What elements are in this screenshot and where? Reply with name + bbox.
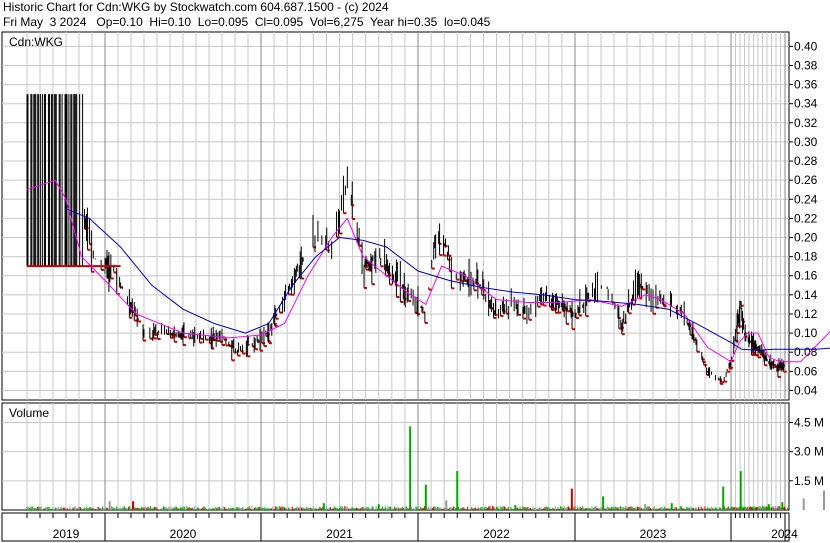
y-tick-label: 0.10 — [794, 326, 818, 340]
y-tick-label: 0.38 — [794, 58, 818, 72]
x-tick-label: 2022 — [483, 527, 510, 541]
y-tick-label: 0.18 — [794, 250, 818, 264]
price-panel-frame — [1, 31, 790, 401]
y-tick-label: 0.28 — [794, 154, 818, 168]
x-tick-label: 2020 — [170, 527, 197, 541]
volume-spike-bar — [108, 501, 111, 510]
y-tick-label: 0.32 — [794, 116, 818, 130]
volume-spike-bar — [670, 503, 673, 510]
volume-label: Volume — [9, 406, 49, 420]
x-tick-label: 2023 — [640, 527, 667, 541]
x-tick-label: 2021 — [326, 527, 353, 541]
chart-canvas: 0.40 0.38 0.36 0.34 0.32 0.30 0.28 0.26 0.24 0.22… — [1, 31, 830, 542]
volume-spike-bar — [377, 504, 380, 510]
volume-spike-bar — [456, 471, 459, 510]
volume-spike-bar — [781, 502, 784, 510]
volume-panel-frame — [1, 402, 790, 511]
volume-spike-bar — [644, 504, 647, 510]
y-tick-label: 0.30 — [794, 135, 818, 149]
y-tick-label: 0.34 — [794, 97, 818, 111]
volume-spike-bar — [424, 484, 427, 510]
volume-spike-bar — [802, 498, 805, 510]
volume-spike-bar — [739, 471, 742, 510]
volume-spike-bar — [602, 496, 605, 510]
x-tick-label: 2019 — [53, 527, 80, 541]
y-tick-label: 0.20 — [794, 231, 818, 245]
y-tick-label: 0.14 — [794, 288, 818, 302]
volume-tick-label: 1.5 M — [794, 474, 824, 488]
y-tick-label: 0.16 — [794, 269, 818, 283]
y-tick-label: 0.12 — [794, 307, 818, 321]
y-tick-label: 0.04 — [794, 383, 818, 397]
y-tick-label: 0.36 — [794, 78, 818, 92]
volume-spike-bar — [445, 500, 448, 510]
date-axis-frame — [1, 512, 790, 542]
y-tick-label: 0.26 — [794, 173, 818, 187]
y-tick-label: 0.22 — [794, 211, 818, 225]
y-tick-label: 0.40 — [794, 39, 818, 53]
y-tick-label: 0.24 — [794, 192, 818, 206]
volume-spike-bar — [823, 490, 825, 510]
y-tick-label: 0.06 — [794, 364, 818, 378]
stock-chart: Historic Chart for Cdn:WKG by Stockwatch… — [0, 0, 830, 543]
volume-spike-bar — [514, 505, 517, 510]
symbol-label: Cdn:WKG — [9, 35, 63, 49]
volume-spike-bar — [409, 426, 412, 510]
volume-tick-label: 4.5 M — [794, 415, 824, 429]
volume-spike-bar — [722, 486, 725, 510]
volume-spike-bar — [767, 504, 770, 510]
volume-tick-label: 3.0 M — [794, 445, 824, 459]
volume-spike-bar — [322, 503, 325, 510]
volume-spike-bar — [570, 488, 573, 510]
volume-spike-bar — [132, 501, 135, 510]
